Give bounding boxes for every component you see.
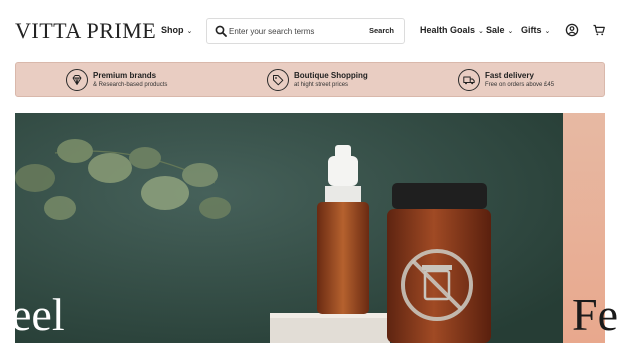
benefit-subtitle: & Research-based products [93,82,168,88]
search-bar: Search [206,18,405,44]
chevron-down-icon: ⌄ [544,28,551,35]
hero-banner[interactable]: eel [15,113,563,343]
hero-headline: eel [15,289,65,340]
brand-logo[interactable]: VITTA PRIME [15,18,156,44]
benefit-subtitle: Free on orders above £45 [485,82,555,88]
nav-shop-label: Shop [161,25,184,35]
chevron-down-icon: ⌄ [507,28,514,35]
user-circle-icon[interactable] [565,23,579,37]
search-input[interactable] [229,23,369,40]
benefit-title: Boutique Shopping [294,71,368,80]
benefit-subtitle: at hight street prices [294,82,349,88]
nav-sale-label: Sale [486,25,505,35]
benefit-title: Fast delivery [485,71,534,80]
cart-icon[interactable] [592,23,606,37]
nav-health-goals-label: Health Goals [420,25,476,35]
chevron-down-icon: ⌄ [186,28,193,35]
nav-health-goals[interactable]: Health Goals ⌄ [420,25,484,35]
search-button[interactable]: Search [369,26,394,35]
benefits-bar: Premium brands & Research-based products… [15,62,605,97]
benefit-title: Premium brands [93,71,157,80]
nav-sale[interactable]: Sale ⌄ [486,25,513,35]
search-icon [215,25,227,37]
site-header: VITTA PRIME Shop⌄ Search Health Goals⌄ S… [0,0,620,62]
diamond-icon [66,69,88,91]
nav-gifts[interactable]: Gifts ⌄ [521,25,550,35]
tag-icon [267,69,289,91]
chevron-down-icon: ⌄ [478,28,484,35]
nav-gifts-label: Gifts [521,25,542,35]
hero-image [15,113,563,343]
nav-shop[interactable]: Shop ⌄ [161,25,192,35]
amber-jar [387,183,491,343]
truck-icon [458,69,480,91]
hero-next-headline: Fe [572,289,618,340]
